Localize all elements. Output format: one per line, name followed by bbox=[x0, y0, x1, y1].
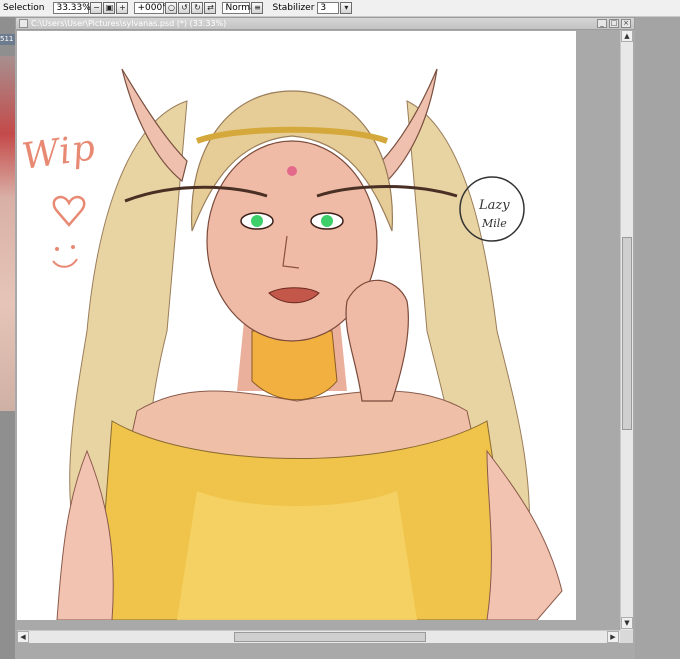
horizontal-scroll-thumb[interactable] bbox=[234, 632, 426, 642]
document-title-bar[interactable]: C:\Users\User\Pictures\sylvanas.psd (*) … bbox=[15, 17, 635, 30]
smile-mouth bbox=[52, 258, 78, 268]
smile-eye-left bbox=[55, 247, 59, 251]
scroll-left-icon[interactable]: ◀ bbox=[17, 631, 29, 643]
scroll-down-icon[interactable]: ▼ bbox=[621, 617, 633, 629]
dress-highlight bbox=[177, 491, 417, 620]
maximize-button[interactable]: □ bbox=[609, 19, 619, 28]
iris-left bbox=[251, 215, 263, 227]
close-button[interactable]: × bbox=[621, 19, 631, 28]
smile-eye-right bbox=[71, 245, 75, 249]
fit-icon[interactable]: ▣ bbox=[103, 2, 116, 14]
flip-icon[interactable]: ⇄ bbox=[204, 2, 217, 14]
scroll-right-icon[interactable]: ▶ bbox=[607, 631, 619, 643]
reset-icon[interactable]: ○ bbox=[165, 2, 178, 14]
workspace-background bbox=[635, 17, 680, 659]
hand bbox=[345, 279, 409, 402]
blend-mode-select[interactable]: Normal bbox=[222, 2, 258, 14]
vertical-scrollbar[interactable]: ▲ ▼ bbox=[620, 30, 633, 630]
reference-image-thumbnail bbox=[0, 56, 15, 411]
document-title: C:\Users\User\Pictures\sylvanas.psd (*) … bbox=[31, 19, 227, 28]
signature-line1: Lazy bbox=[478, 198, 510, 213]
artwork: Lazy Mile bbox=[52, 68, 563, 620]
circlet-gem bbox=[287, 166, 297, 176]
zoom-out-icon[interactable]: − bbox=[90, 2, 103, 14]
stabilizer-select[interactable]: 3 bbox=[317, 2, 340, 14]
heart-doodle bbox=[52, 195, 86, 227]
selection-label: Selection bbox=[3, 3, 45, 13]
zoom-field[interactable]: 33.33% bbox=[53, 2, 91, 14]
rotate-right-icon[interactable]: ↻ bbox=[191, 2, 204, 14]
vertical-scroll-thumb[interactable] bbox=[622, 237, 632, 430]
rotate-left-icon[interactable]: ↺ bbox=[178, 2, 191, 14]
iris-right bbox=[321, 215, 333, 227]
left-tab[interactable]: 511 bbox=[0, 34, 15, 45]
stabilizer-dropdown-icon[interactable]: ▾ bbox=[340, 2, 353, 14]
signature-line2: Mile bbox=[481, 217, 507, 230]
rotation-field[interactable]: +000° bbox=[134, 2, 167, 14]
horizontal-scrollbar[interactable]: ◀ ▶ bbox=[17, 630, 620, 643]
document-icon bbox=[19, 19, 28, 28]
scroll-corner bbox=[620, 630, 633, 643]
drawing-canvas[interactable]: Lazy Mile bbox=[17, 31, 576, 620]
top-toolbar: Selection 33.33% − ▣ + +000° ○ ↺ ↻ ⇄ Nor… bbox=[0, 0, 680, 17]
blend-dropdown-icon[interactable]: ≡ bbox=[251, 2, 264, 14]
scroll-up-icon[interactable]: ▲ bbox=[621, 30, 633, 42]
minimize-button[interactable]: _ bbox=[597, 19, 607, 28]
zoom-in-icon[interactable]: + bbox=[116, 2, 129, 14]
stabilizer-label: Stabilizer bbox=[272, 3, 315, 13]
